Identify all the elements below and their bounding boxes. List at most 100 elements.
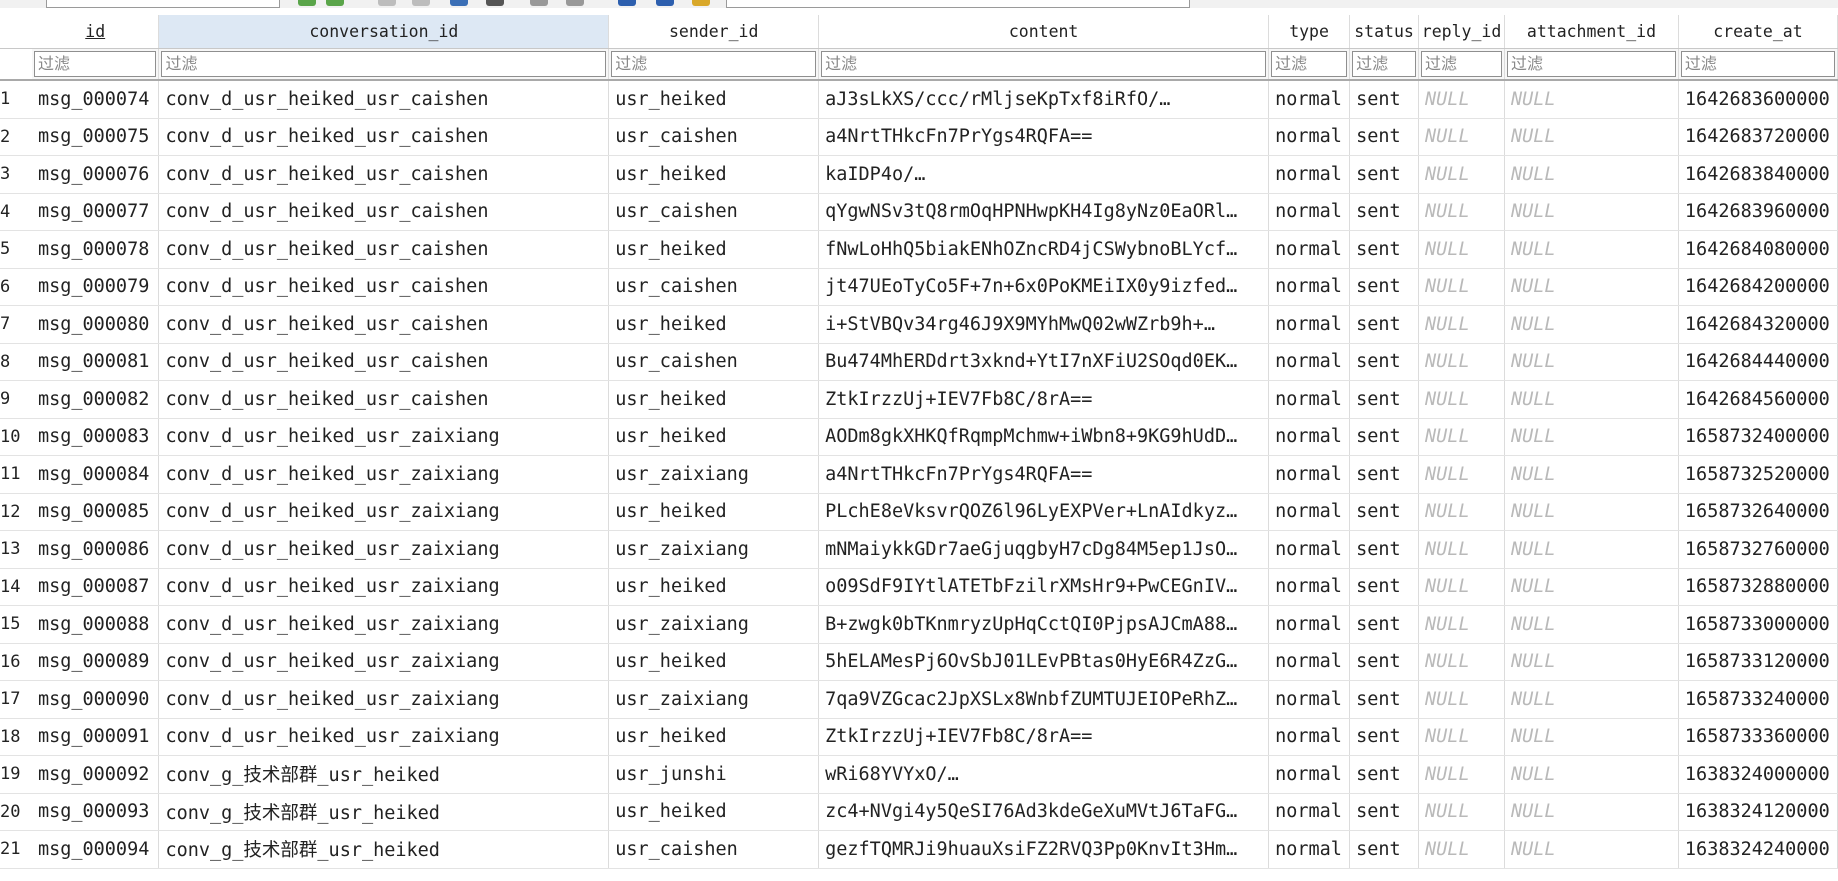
cell-reply-id[interactable]: NULL [1418, 605, 1506, 644]
cell-attachment-id[interactable]: NULL [1504, 80, 1679, 119]
table-select-dropdown[interactable] [46, 0, 280, 8]
cell-reply-id[interactable]: NULL [1418, 268, 1506, 306]
cell-create-at[interactable]: 1658732520000 [1678, 455, 1838, 494]
cell-type[interactable]: normal [1268, 568, 1351, 606]
cell-sender-id[interactable]: usr_junshi [608, 755, 820, 794]
cell-status[interactable]: sent [1349, 230, 1420, 269]
table-row[interactable]: 18 msg_000091 conv_d_usr_heiked_usr_zaixia… [0, 718, 1838, 756]
cell-sender-id[interactable]: usr_zaixiang [608, 530, 820, 569]
filter-input[interactable]: 过滤 [611, 51, 817, 77]
row-number[interactable]: 15 [0, 605, 32, 644]
table-row[interactable]: 8 msg_000081 conv_d_usr_heiked_usr_caishen… [0, 343, 1838, 381]
cell-content[interactable]: aJ3sLkXS/ccc/rMljseKpTxf8iRfO/… [818, 80, 1270, 119]
row-number[interactable]: 8 [0, 343, 32, 381]
quick-search-input[interactable] [726, 0, 1190, 8]
cell-status[interactable]: sent [1349, 643, 1420, 681]
cell-reply-id[interactable]: NULL [1418, 380, 1506, 419]
column-header-attachment-id[interactable]: attachment_id [1504, 15, 1679, 49]
cell-content[interactable]: ZtkIrzzUj+IEV7Fb8C/8rA== [818, 718, 1270, 756]
cell-reply-id[interactable]: NULL [1418, 455, 1506, 494]
cell-attachment-id[interactable]: NULL [1504, 793, 1679, 831]
cell-type[interactable]: normal [1268, 155, 1351, 194]
cell-reply-id[interactable]: NULL [1418, 493, 1506, 531]
cell-type[interactable]: normal [1268, 343, 1351, 381]
row-number[interactable]: 2 [0, 118, 32, 156]
cell-id[interactable]: msg_000082 [31, 380, 160, 419]
table-row[interactable]: 7 msg_000080 conv_d_usr_heiked_usr_caishen… [0, 305, 1838, 344]
cell-status[interactable]: sent [1349, 530, 1420, 569]
cell-conversation-id[interactable]: conv_d_usr_heiked_usr_caishen [158, 343, 610, 381]
cell-create-at[interactable]: 1658732760000 [1678, 530, 1838, 569]
cell-reply-id[interactable]: NULL [1418, 230, 1506, 269]
cell-type[interactable]: normal [1268, 193, 1351, 231]
cell-type[interactable]: normal [1268, 530, 1351, 569]
filter-input[interactable]: 过滤 [33, 51, 157, 77]
cell-type[interactable]: normal [1268, 418, 1351, 456]
cell-conversation-id[interactable]: conv_d_usr_heiked_usr_zaixiang [158, 605, 610, 644]
cell-attachment-id[interactable]: NULL [1504, 643, 1679, 681]
cell-create-at[interactable]: 1638324120000 [1678, 793, 1838, 831]
cell-id[interactable]: msg_000074 [31, 80, 160, 119]
column-header-reply-id[interactable]: reply_id [1418, 15, 1506, 49]
cell-reply-id[interactable]: NULL [1418, 305, 1506, 344]
cell-attachment-id[interactable]: NULL [1504, 418, 1679, 456]
cell-sender-id[interactable]: usr_caishen [608, 343, 820, 381]
cell-conversation-id[interactable]: conv_d_usr_heiked_usr_caishen [158, 380, 610, 419]
cell-id[interactable]: msg_000079 [31, 268, 160, 306]
cell-reply-id[interactable]: NULL [1418, 755, 1506, 794]
cell-id[interactable]: msg_000091 [31, 718, 160, 756]
column-header-create-at[interactable]: create_at [1678, 15, 1838, 49]
cell-conversation-id[interactable]: conv_d_usr_heiked_usr_zaixiang [158, 643, 610, 681]
cell-create-at[interactable]: 1642684560000 [1678, 380, 1838, 419]
cell-content[interactable]: a4NrtTHkcFn7PrYgs4RQFA== [818, 455, 1270, 494]
cell-attachment-id[interactable]: NULL [1504, 493, 1679, 531]
cell-id[interactable]: msg_000094 [31, 830, 160, 869]
cell-type[interactable]: normal [1268, 793, 1351, 831]
cell-content[interactable]: mNMaiykkGDr7aeGjuqgbyH7cDg84M5ep1JsO… [818, 530, 1270, 569]
cell-sender-id[interactable]: usr_heiked [608, 418, 820, 456]
cell-status[interactable]: sent [1349, 193, 1420, 231]
cell-content[interactable]: ZtkIrzzUj+IEV7Fb8C/8rA== [818, 380, 1270, 419]
cell-create-at[interactable]: 1642683960000 [1678, 193, 1838, 231]
cell-create-at[interactable]: 1642683720000 [1678, 118, 1838, 156]
cell-id[interactable]: msg_000084 [31, 455, 160, 494]
table-row[interactable]: 10 msg_000083 conv_d_usr_heiked_usr_zaixia… [0, 418, 1838, 456]
cell-attachment-id[interactable]: NULL [1504, 118, 1679, 156]
cell-id[interactable]: msg_000090 [31, 680, 160, 719]
cell-type[interactable]: normal [1268, 455, 1351, 494]
cell-content[interactable]: zc4+NVgi4y5QeSI76Ad3kdeGeXuMVtJ6TaFG… [818, 793, 1270, 831]
cell-attachment-id[interactable]: NULL [1504, 568, 1679, 606]
cell-sender-id[interactable]: usr_caishen [608, 268, 820, 306]
cell-create-at[interactable]: 1638324240000 [1678, 830, 1838, 869]
table-row[interactable]: 12 msg_000085 conv_d_usr_heiked_usr_zaixia… [0, 493, 1838, 531]
cell-reply-id[interactable]: NULL [1418, 643, 1506, 681]
cell-conversation-id[interactable]: conv_d_usr_heiked_usr_zaixiang [158, 718, 610, 756]
table-row[interactable]: 15 msg_000088 conv_d_usr_heiked_usr_zaixia… [0, 605, 1838, 644]
cell-conversation-id[interactable]: conv_d_usr_heiked_usr_zaixiang [158, 455, 610, 494]
cell-id[interactable]: msg_000085 [31, 493, 160, 531]
cell-id[interactable]: msg_000080 [31, 305, 160, 344]
cell-status[interactable]: sent [1349, 118, 1420, 156]
cell-reply-id[interactable]: NULL [1418, 680, 1506, 719]
table-row[interactable]: 5 msg_000078 conv_d_usr_heiked_usr_caishen… [0, 230, 1838, 269]
cell-reply-id[interactable]: NULL [1418, 793, 1506, 831]
save-icon[interactable] [450, 0, 468, 6]
cell-status[interactable]: sent [1349, 680, 1420, 719]
grid-icon[interactable] [656, 0, 674, 6]
cell-sender-id[interactable]: usr_heiked [608, 305, 820, 344]
cell-sender-id[interactable]: usr_heiked [608, 568, 820, 606]
cell-create-at[interactable]: 1658732400000 [1678, 418, 1838, 456]
cell-reply-id[interactable]: NULL [1418, 718, 1506, 756]
cell-id[interactable]: msg_000077 [31, 193, 160, 231]
cell-conversation-id[interactable]: conv_d_usr_heiked_usr_caishen [158, 305, 610, 344]
cell-status[interactable]: sent [1349, 418, 1420, 456]
cell-conversation-id[interactable]: conv_d_usr_heiked_usr_caishen [158, 268, 610, 306]
cell-type[interactable]: normal [1268, 80, 1351, 119]
cell-create-at[interactable]: 1658732640000 [1678, 493, 1838, 531]
cell-sender-id[interactable]: usr_caishen [608, 118, 820, 156]
cell-type[interactable]: normal [1268, 493, 1351, 531]
cell-sender-id[interactable]: usr_zaixiang [608, 605, 820, 644]
cell-conversation-id[interactable]: conv_d_usr_heiked_usr_zaixiang [158, 680, 610, 719]
table-row[interactable]: 16 msg_000089 conv_d_usr_heiked_usr_zaixia… [0, 643, 1838, 681]
cell-type[interactable]: normal [1268, 830, 1351, 869]
